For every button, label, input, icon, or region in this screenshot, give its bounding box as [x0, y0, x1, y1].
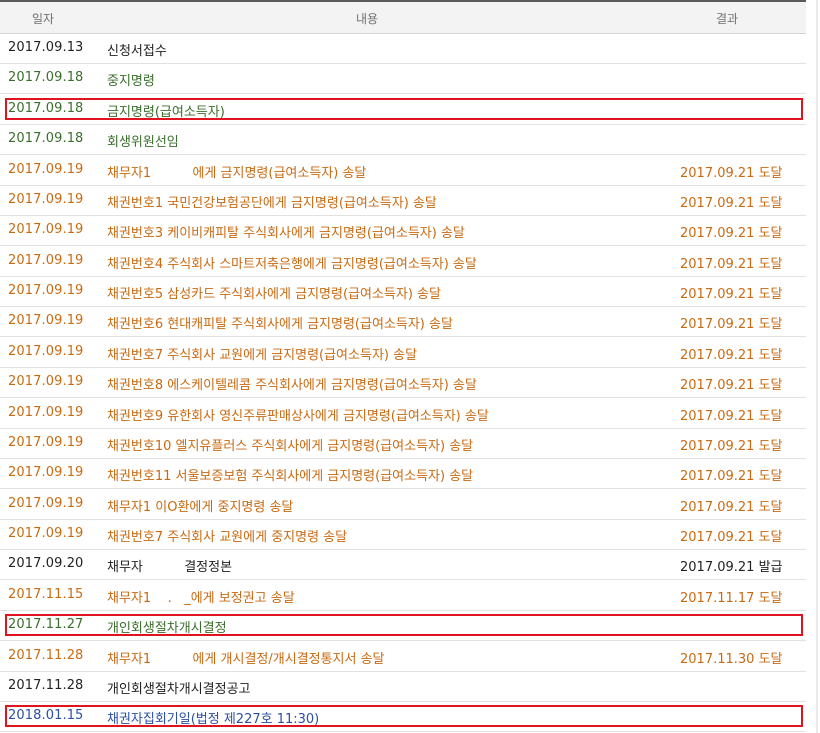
- row-date: 2017.09.19: [8, 344, 84, 359]
- table-row: 2017.09.20 채무자 결정정본 2017.09.21 발급: [0, 549, 806, 580]
- table-row: 2017.11.28 채무자1 에게 개시결정/개시결정통지서 송달 2017.11…: [0, 641, 806, 672]
- table-row: 2017.09.18 금지명령(급여소득자): [0, 94, 806, 125]
- row-date: 2017.09.20: [8, 556, 84, 571]
- table-row: 2017.09.19 채권번호7 주식회사 교원에게 중지명령 송달 2017.09…: [0, 519, 806, 550]
- row-date: 2017.11.27: [8, 617, 84, 632]
- row-result: 2017.09.21 도달: [680, 469, 783, 484]
- table-row: 2017.09.19 채권번호9 유한회사 영신주류판매상사에게 금지명령(급여소…: [0, 398, 806, 429]
- row-result: 2017.09.21 도달: [680, 348, 783, 363]
- row-content: 채권번호6 현대캐피탈 주식회사에게 금지명령(급여소득자) 송달: [107, 317, 453, 332]
- row-content: 채권번호7 주식회사 교원에게 중지명령 송달: [107, 530, 348, 545]
- row-content: 금지명령(급여소득자): [107, 105, 225, 120]
- row-content: 개인회생절차개시결정공고: [107, 682, 251, 697]
- row-content: 회생위원선임: [107, 135, 179, 150]
- row-date: 2018.01.15: [8, 708, 84, 723]
- row-date: 2017.11.28: [8, 648, 84, 663]
- table-row: 2017.09.19 채권번호5 삼성카드 주식회사에게 금지명령(급여소득자) …: [0, 276, 806, 307]
- row-date: 2017.09.19: [8, 253, 84, 268]
- row-result: 2017.09.21 도달: [680, 500, 783, 515]
- row-content: 채권번호1 국민건강보험공단에게 금지명령(급여소득자) 송달: [107, 196, 437, 211]
- row-date: 2017.09.13: [8, 40, 84, 55]
- row-date: 2017.09.18: [8, 101, 84, 116]
- row-date: 2017.09.19: [8, 313, 84, 328]
- row-result: 2017.11.17 도달: [680, 591, 783, 606]
- row-date: 2017.09.19: [8, 222, 84, 237]
- row-result: 2017.11.30 도달: [680, 652, 783, 667]
- table-row: 2017.09.19 채무자1 에게 금지명령(급여소득자) 송달 2017.09.…: [0, 155, 806, 186]
- row-date: 2017.09.18: [8, 131, 84, 146]
- row-content: 채권번호5 삼성카드 주식회사에게 금지명령(급여소득자) 송달: [107, 287, 441, 302]
- row-result: 2017.09.21 도달: [680, 226, 783, 241]
- header-date: 일자: [32, 12, 55, 26]
- row-date: 2017.09.19: [8, 435, 84, 450]
- table-row: 2017.09.19 채무자1 이O환에게 중지명령 송달 2017.09.21 도…: [0, 489, 806, 520]
- row-result: 2017.09.21 도달: [680, 166, 783, 181]
- case-history-table: 일자 내용 결과 2017.09.13 신청서접수 2017.09.18 중지명령 20…: [0, 0, 806, 733]
- row-date: 2017.09.19: [8, 192, 84, 207]
- row-content: 채무자1 . _에게 보정권고 송달: [107, 591, 295, 606]
- row-content: 채권번호3 케이비캐피탈 주식회사에게 금지명령(급여소득자) 송달: [107, 226, 465, 241]
- row-date: 2017.09.19: [8, 405, 84, 420]
- table-row: 2017.09.19 채권번호10 엘지유플러스 주식회사에게 금지명령(급여소득…: [0, 428, 806, 459]
- scrollbar-track[interactable]: [816, 0, 818, 733]
- table-row: 2018.01.15 채권자집회기일(법정 제227호 11:30): [0, 701, 806, 732]
- table-row: 2017.11.27 개인회생절차개시결정: [0, 610, 806, 641]
- row-result: 2017.09.21 도달: [680, 409, 783, 424]
- row-content: 채권번호8 에스케이텔레콤 주식회사에게 금지명령(급여소득자) 송달: [107, 378, 477, 393]
- row-result: 2017.09.21 도달: [680, 530, 783, 545]
- row-content: 채권자집회기일(법정 제227호 11:30): [107, 712, 320, 727]
- table-row: 2017.09.18 중지명령: [0, 63, 806, 94]
- table-row: 2017.11.28 개인회생절차개시결정공고: [0, 671, 806, 702]
- row-content: 중지명령: [107, 74, 155, 89]
- row-date: 2017.09.19: [8, 374, 84, 389]
- header-content: 내용: [356, 12, 379, 26]
- table-row: 2017.11.15 채무자1 . _에게 보정권고 송달 2017.11.17 도…: [0, 580, 806, 611]
- row-result: 2017.09.21 도달: [680, 287, 783, 302]
- row-content: 채무자1 에게 개시결정/개시결정통지서 송달: [107, 652, 385, 667]
- row-date: 2017.11.28: [8, 678, 84, 693]
- table-row: 2017.09.19 채권번호4 주식회사 스마트저축은행에게 금지명령(급여소득…: [0, 246, 806, 277]
- row-date: 2017.09.19: [8, 496, 84, 511]
- row-date: 2017.09.19: [8, 162, 84, 177]
- row-content: 채권번호4 주식회사 스마트저축은행에게 금지명령(급여소득자) 송달: [107, 257, 477, 272]
- row-content: 개인회생절차개시결정: [107, 621, 227, 636]
- row-date: 2017.09.18: [8, 70, 84, 85]
- row-result: 2017.09.21 도달: [680, 378, 783, 393]
- row-content: 채무자 결정정본: [107, 560, 233, 575]
- row-date: 2017.09.19: [8, 465, 84, 480]
- row-result: 2017.09.21 발급: [680, 560, 783, 575]
- table-header: 일자 내용 결과: [0, 2, 806, 34]
- header-result: 결과: [716, 12, 739, 26]
- row-content: 채권번호10 엘지유플러스 주식회사에게 금지명령(급여소득자) 송달: [107, 439, 474, 454]
- table-row: 2017.09.13 신청서접수: [0, 33, 806, 64]
- table-row: 2017.09.19 채권번호3 케이비캐피탈 주식회사에게 금지명령(급여소득자…: [0, 215, 806, 246]
- row-content: 신청서접수: [107, 44, 167, 59]
- row-result: 2017.09.21 도달: [680, 439, 783, 454]
- table-row: 2017.09.19 채권번호6 현대캐피탈 주식회사에게 금지명령(급여소득자)…: [0, 306, 806, 337]
- row-content: 채권번호7 주식회사 교원에게 금지명령(급여소득자) 송달: [107, 348, 418, 363]
- row-content: 채권번호9 유한회사 영신주류판매상사에게 금지명령(급여소득자) 송달: [107, 409, 489, 424]
- row-date: 2017.11.15: [8, 587, 84, 602]
- row-content: 채권번호11 서울보증보험 주식회사에게 금지명령(급여소득자) 송달: [107, 469, 474, 484]
- table-row: 2017.09.18 회생위원선임: [0, 124, 806, 155]
- table-row: 2017.09.19 채권번호7 주식회사 교원에게 금지명령(급여소득자) 송달…: [0, 337, 806, 368]
- row-result: 2017.09.21 도달: [680, 317, 783, 332]
- row-content: 채무자1 에게 금지명령(급여소득자) 송달: [107, 166, 367, 181]
- row-date: 2017.09.19: [8, 526, 84, 541]
- row-date: 2017.09.19: [8, 283, 84, 298]
- table-row: 2017.09.19 채권번호8 에스케이텔레콤 주식회사에게 금지명령(급여소득…: [0, 367, 806, 398]
- table-row: 2017.09.19 채권번호1 국민건강보험공단에게 금지명령(급여소득자) 송…: [0, 185, 806, 216]
- row-result: 2017.09.21 도달: [680, 257, 783, 272]
- row-result: 2017.09.21 도달: [680, 196, 783, 211]
- row-content: 채무자1 이O환에게 중지명령 송달: [107, 500, 294, 515]
- table-row: 2017.09.19 채권번호11 서울보증보험 주식회사에게 금지명령(급여소득…: [0, 458, 806, 489]
